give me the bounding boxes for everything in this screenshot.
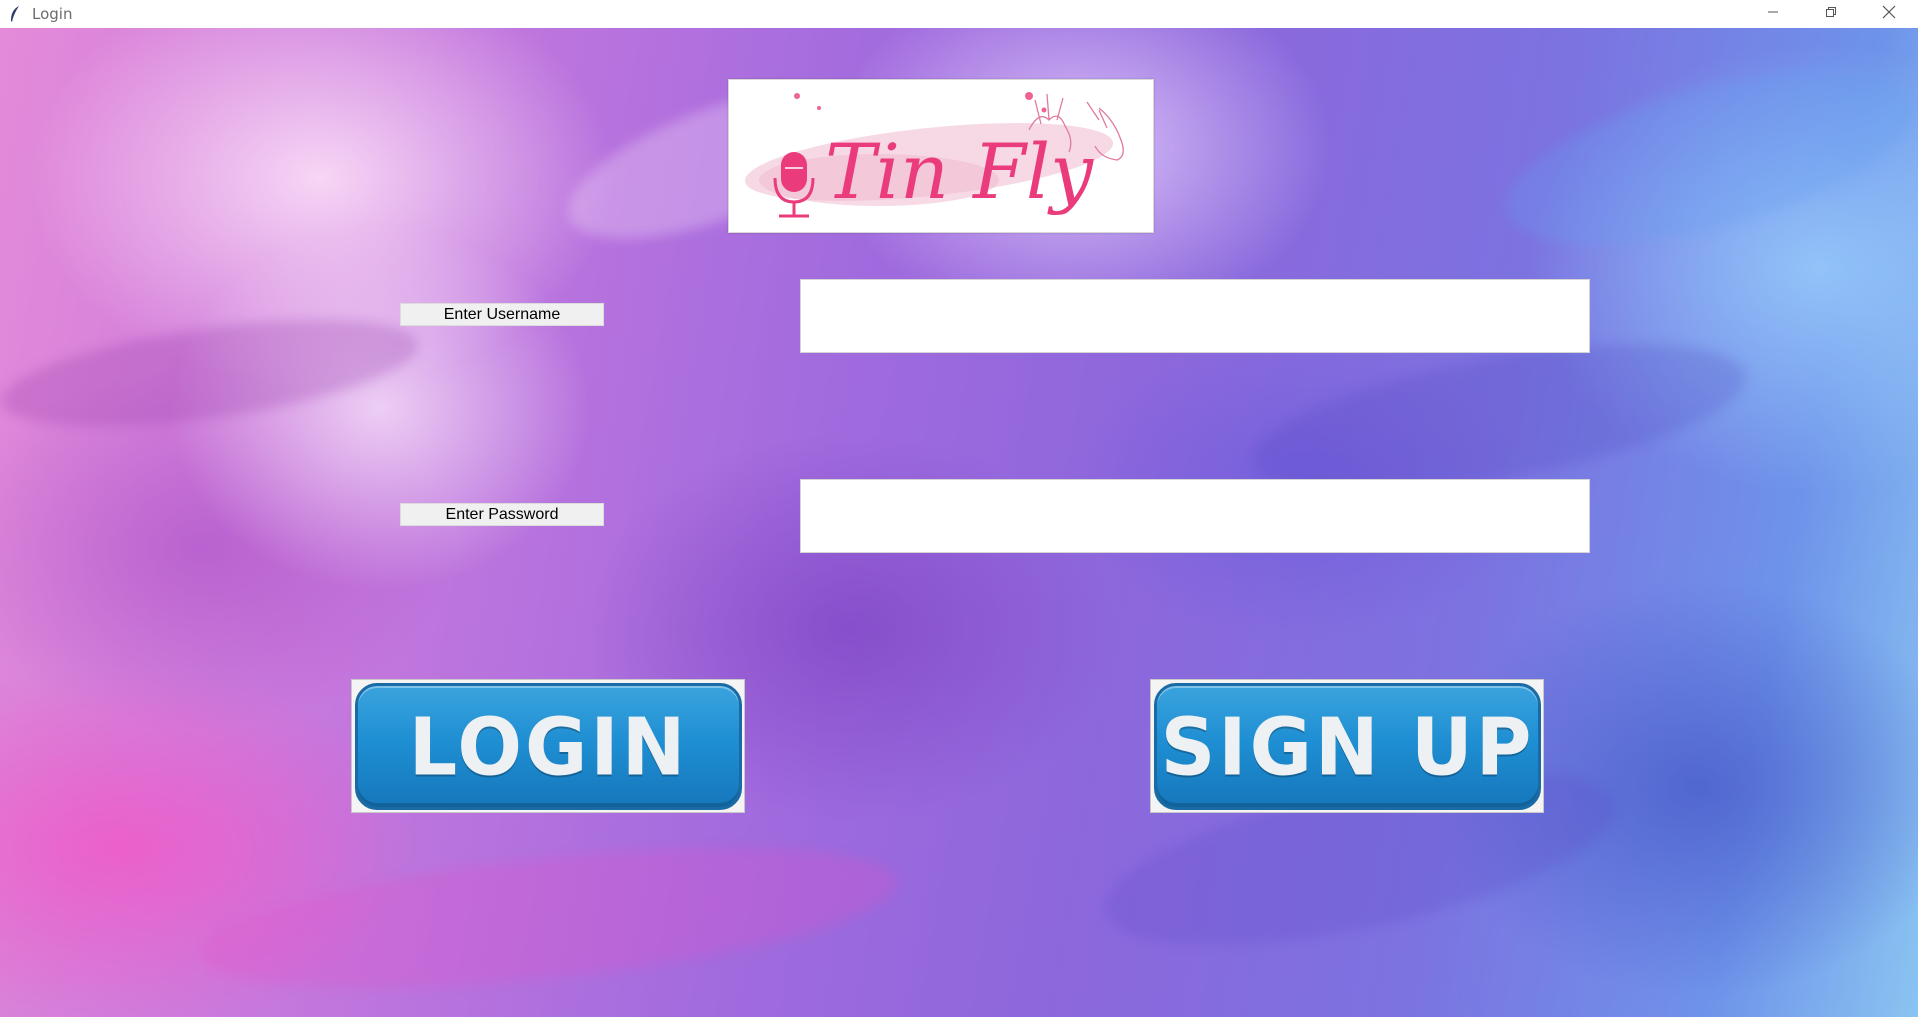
minimize-icon [1767,5,1779,23]
close-button[interactable] [1860,0,1918,28]
feather-icon [6,5,24,23]
close-icon [1882,5,1896,24]
tinfly-logo: Tin Fly [728,79,1154,233]
restore-button[interactable] [1802,0,1860,28]
login-button[interactable]: LOGIN [351,679,745,813]
restore-icon [1825,5,1837,23]
login-button-label: LOGIN [408,699,689,794]
sign-up-button-face: SIGN UP [1154,683,1541,810]
window-controls [1744,0,1918,28]
logo-text: Tin Fly [825,127,1094,216]
watercolor-background: Tin Fly Enter Username Enter Password LO… [0,28,1918,1017]
sign-up-button[interactable]: SIGN UP [1150,679,1544,813]
password-input[interactable] [800,479,1590,553]
login-button-face: LOGIN [355,683,742,810]
title-bar: Login [0,0,1918,28]
minimize-button[interactable] [1744,0,1802,28]
window-title: Login [32,5,73,23]
login-window: Login Tin Fly Enter Username Enter Passw… [0,0,1918,1017]
sign-up-button-label: SIGN UP [1160,699,1535,794]
paint-streak [0,299,425,447]
paint-streak [1489,36,1918,280]
username-label: Enter Username [400,303,604,326]
username-input[interactable] [800,279,1590,353]
password-label: Enter Password [400,503,604,526]
paint-streak [195,821,905,1015]
